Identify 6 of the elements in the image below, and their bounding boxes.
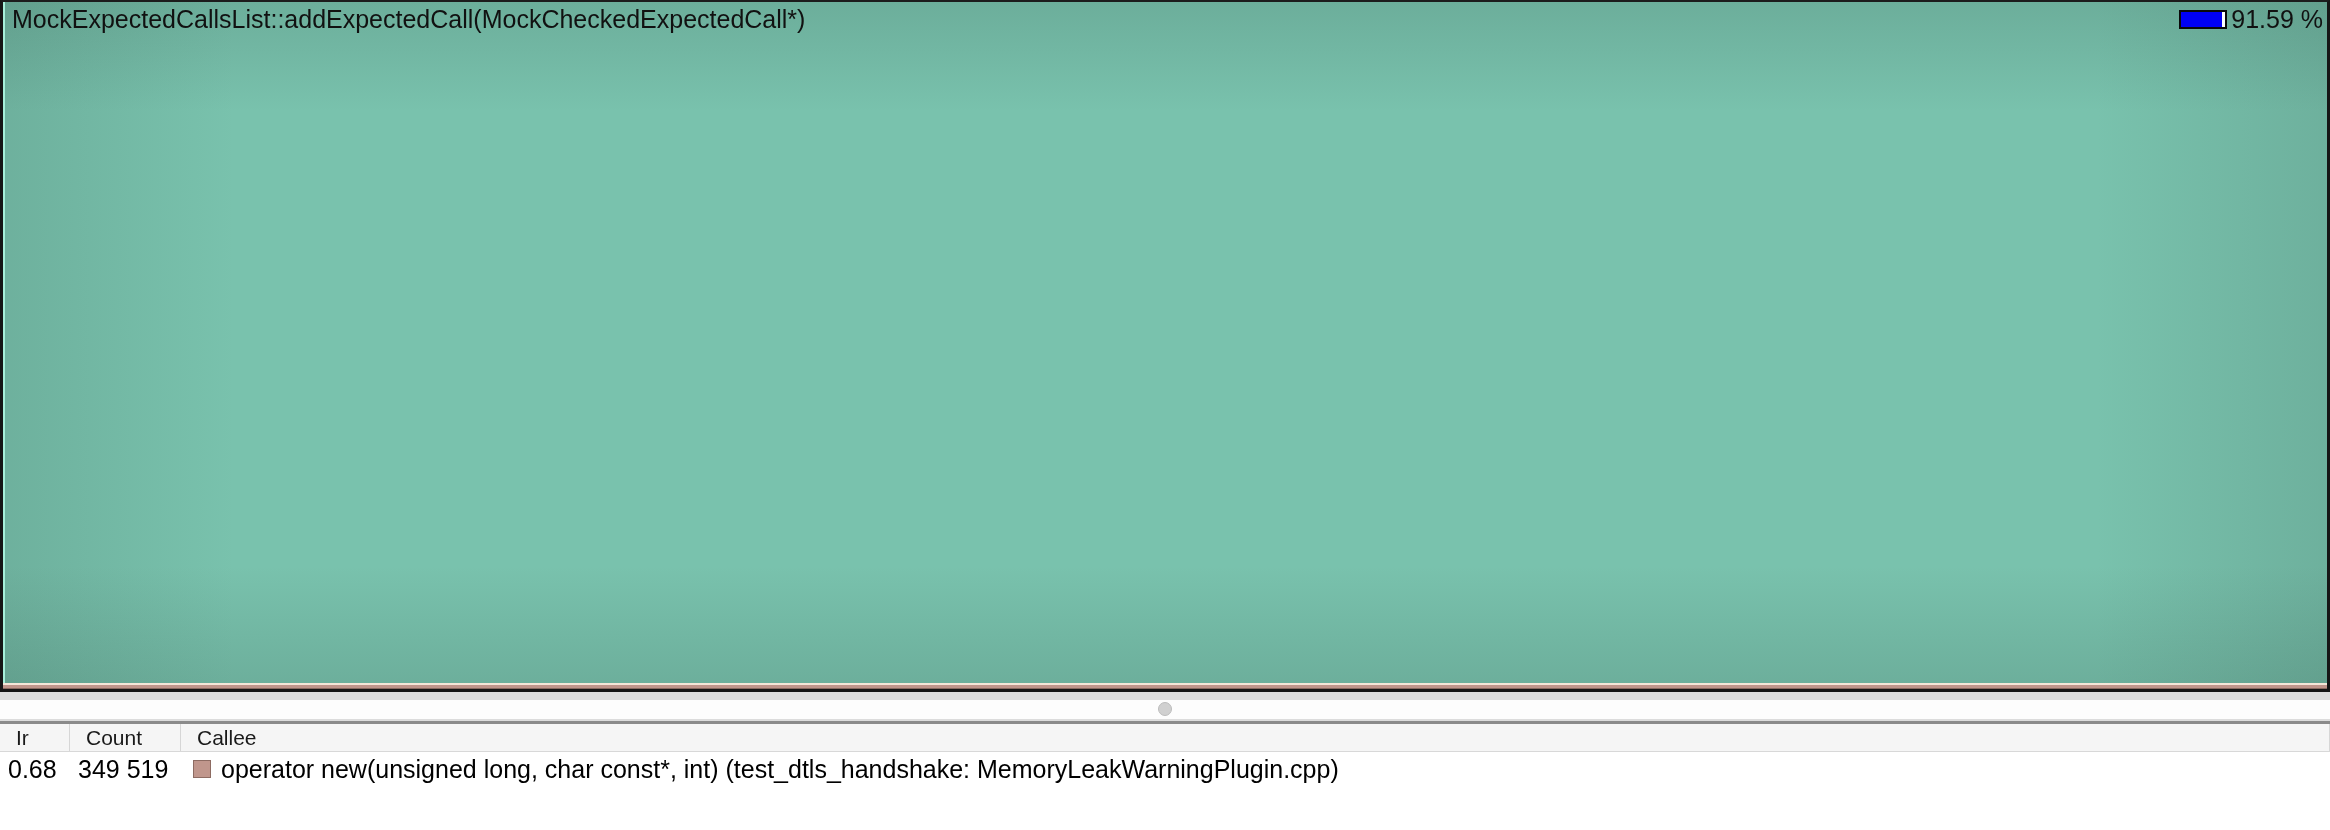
callee-name[interactable]: operator new(unsigned long, char const*, int) (test_dtls_handshake: MemoryLeakWarningPlugin.cpp) bbox=[221, 754, 1339, 784]
cost-percentage: 91.59 % bbox=[2231, 4, 2323, 34]
count-cell-text: 349 519 bbox=[77, 754, 170, 784]
cost-cell-text: 0.68 bbox=[7, 754, 58, 784]
splitter-handle[interactable] bbox=[1158, 701, 1172, 716]
treemap-title: MockExpectedCallsList::addExpectedCall(MockCheckedExpectedCall*) bbox=[12, 4, 806, 34]
